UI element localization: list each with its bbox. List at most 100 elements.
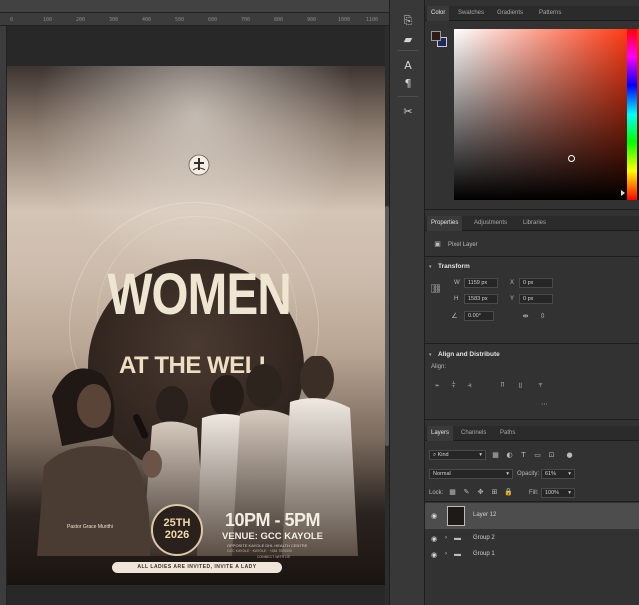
layer-row[interactable]: ◉ › ▬ Group 2 [425, 531, 639, 547]
filter-adjustment-icon[interactable]: ◐ [505, 451, 514, 460]
venue-contact: GCC KAYOLE · KAYOLE · +254 7000000 [227, 549, 292, 553]
lock-image-icon[interactable]: ✎ [462, 488, 471, 497]
hue-slider-handle[interactable] [621, 190, 625, 196]
tab-patterns[interactable]: Patterns [535, 6, 565, 21]
align-center-v-icon[interactable]: ⫫ [516, 381, 525, 390]
lock-transparent-icon[interactable]: ▦ [448, 488, 457, 497]
comment-icon[interactable]: ▰ [401, 32, 415, 46]
ruler-tick: 800 [274, 17, 284, 23]
layer-row[interactable]: ◉ Layer 12 [425, 503, 639, 529]
lock-position-icon[interactable]: ✥ [476, 488, 485, 497]
tab-adjustments[interactable]: Adjustments [470, 216, 511, 231]
layers-panel-tabs: Layers Channels Paths [425, 426, 639, 441]
filter-kind-value: Kind [437, 452, 449, 458]
paragraph-icon[interactable]: ¶ [401, 76, 415, 90]
more-options-icon[interactable]: ⋯ [540, 400, 549, 409]
tab-channels[interactable]: Channels [457, 426, 490, 441]
filter-type-icon[interactable]: T [519, 451, 528, 460]
foreground-color-swatch[interactable] [431, 31, 441, 41]
chevron-right-icon[interactable]: › [445, 551, 447, 557]
event-venue: VENUE: GCC KAYOLE [222, 531, 323, 542]
tab-color[interactable]: Color [427, 6, 450, 21]
properties-panel-tabs: Properties Adjustments Libraries [425, 216, 639, 231]
lock-all-icon[interactable]: 🔒 [504, 488, 513, 497]
height-field[interactable]: 1583 px [464, 294, 498, 304]
align-left-icon[interactable]: ⫦ [433, 381, 442, 390]
color-picker-cursor[interactable] [568, 155, 575, 162]
pastor-name-caption: Pastor Grace Murithi [67, 524, 113, 530]
hue-slider[interactable] [627, 29, 637, 200]
poster-title-women: WOMEN [107, 262, 291, 327]
layer-name[interactable]: Group 2 [473, 535, 495, 541]
lock-artboard-icon[interactable]: ⊞ [490, 488, 499, 497]
x-label: X [510, 280, 515, 286]
panel-icon-column: ⎘ ▰ A ¶ ✂ [389, 0, 425, 605]
flip-vertical-icon[interactable]: ⇳ [538, 312, 547, 321]
filter-shape-icon[interactable]: ▭ [533, 451, 542, 460]
poster-artwork[interactable]: WOMEN AT THE WELL Pastor Grace Murithi 2… [7, 66, 385, 585]
blend-mode-value: Normal [433, 471, 451, 477]
panel-divider [425, 501, 639, 502]
pixel-layer-icon: ▣ [434, 240, 441, 248]
layer-name[interactable]: Group 1 [473, 551, 495, 557]
x-field[interactable]: 0 px [519, 278, 553, 288]
align-right-icon[interactable]: ⫣ [465, 381, 474, 390]
filter-toggle-icon[interactable]: ● [565, 451, 574, 460]
panel-divider [425, 209, 639, 210]
opacity-field[interactable]: 61% ▾ [541, 469, 575, 479]
tab-libraries[interactable]: Libraries [519, 216, 550, 231]
tools-settings-icon[interactable]: ✂ [401, 104, 415, 118]
tab-swatches[interactable]: Swatches [454, 6, 488, 21]
align-top-icon[interactable]: ⫪ [498, 381, 507, 390]
tab-paths[interactable]: Paths [496, 426, 519, 441]
document-tab-strip [0, 0, 389, 13]
venue-connect: CONNECT WITH US [257, 555, 290, 559]
tab-properties[interactable]: Properties [427, 216, 463, 231]
link-dimensions-icon[interactable]: ⛓ [431, 284, 441, 293]
chevron-right-icon[interactable]: › [445, 535, 447, 541]
layer-thumbnail [447, 506, 465, 526]
filter-pixel-icon[interactable]: ▦ [491, 451, 500, 460]
transform-heading: Transform [438, 263, 470, 270]
date-day: 25TH [163, 517, 191, 530]
angle-field[interactable]: 0.00° [464, 311, 494, 321]
width-field[interactable]: 1159 px [464, 278, 498, 288]
ruler-tick: 300 [109, 17, 119, 23]
width-label: W [454, 280, 460, 286]
chevron-down-icon[interactable]: ▾ [429, 352, 432, 358]
opacity-label: Opacity: [517, 471, 540, 477]
align-label: Align: [431, 364, 447, 370]
eye-icon[interactable]: ◉ [431, 551, 440, 559]
filter-smart-object-icon[interactable]: ⊡ [547, 451, 556, 460]
layer-row[interactable]: ◉ › ▬ Group 1 [425, 547, 639, 563]
chevron-down-icon: ▾ [506, 471, 509, 477]
character-icon[interactable]: A [401, 58, 415, 72]
history-brush-icon[interactable]: ⎘ [401, 14, 415, 28]
fill-field[interactable]: 100% ▾ [541, 488, 575, 498]
invite-banner: ALL LADIES ARE INVITED, INVITE A LADY [112, 562, 282, 573]
panel-divider [425, 343, 639, 344]
date-year: 2026 [164, 529, 190, 542]
layer-filter-select[interactable]: ⌕ Kind ▾ [429, 450, 486, 460]
layer-kind-label: Pixel Layer [448, 242, 478, 248]
blend-mode-select[interactable]: Normal ▾ [429, 469, 513, 479]
tool-separator [398, 50, 418, 51]
chevron-down-icon[interactable]: ▾ [429, 264, 432, 270]
eye-icon[interactable]: ◉ [431, 535, 440, 543]
align-center-h-icon[interactable]: ⫩ [449, 381, 458, 390]
panel-divider [425, 419, 639, 420]
color-panel-tabs: Color Swatches Gradients Patterns [425, 6, 639, 21]
ruler-tick: 1100 [366, 17, 379, 23]
tab-gradients[interactable]: Gradients [493, 6, 527, 21]
vertical-ruler[interactable] [0, 26, 7, 605]
horizontal-ruler[interactable]: 0 100 200 300 400 500 600 700 800 900 10… [0, 13, 389, 26]
tab-layers[interactable]: Layers [427, 426, 454, 441]
y-field[interactable]: 0 px [519, 294, 553, 304]
layer-name[interactable]: Layer 12 [473, 512, 496, 518]
chevron-down-icon: ▾ [568, 490, 571, 496]
flip-horizontal-icon[interactable]: ⇹ [521, 312, 530, 321]
align-bottom-icon[interactable]: ⫧ [536, 381, 545, 390]
folder-icon: ▬ [454, 551, 461, 558]
color-field[interactable] [454, 29, 639, 200]
eye-icon[interactable]: ◉ [431, 512, 440, 520]
